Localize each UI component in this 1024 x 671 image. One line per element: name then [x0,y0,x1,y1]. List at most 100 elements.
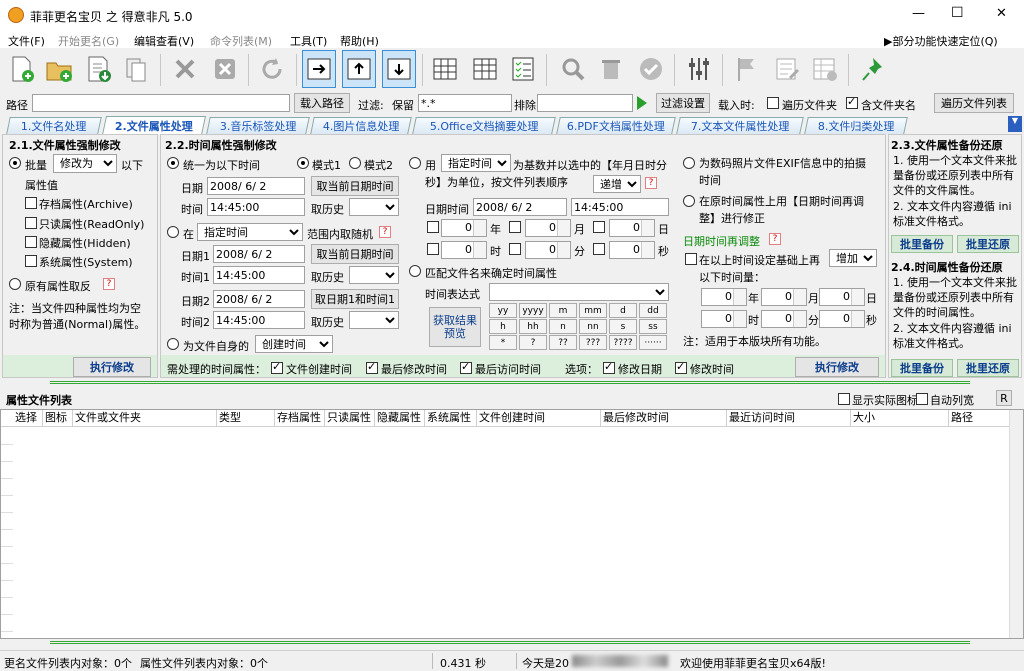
include-folder-name-checkbox[interactable] [846,95,858,109]
system-checkbox[interactable] [25,255,37,267]
clear-icon[interactable] [208,50,242,88]
vertical-scrollbar[interactable] [1009,410,1023,638]
column-left-icon[interactable] [428,50,462,88]
day-spin[interactable]: 0 [609,219,655,237]
minimize-button[interactable]: — [912,6,925,21]
tab-file-attributes[interactable]: 2.文件属性处理 [101,116,207,135]
add-folder-icon[interactable] [42,50,76,88]
import-list-icon[interactable] [82,50,116,88]
tab-menu-button[interactable]: ▼ [1008,116,1022,132]
on-original-radio[interactable] [683,195,695,207]
expr-key[interactable]: ······ [639,335,667,350]
close-button[interactable]: ✕ [996,6,1007,21]
help-icon[interactable]: ? [103,278,115,290]
sliders-icon[interactable] [682,50,716,88]
col-created[interactable]: 文件创建时间 [477,410,601,426]
date1-input[interactable] [213,245,305,263]
adj-month-spin[interactable]: 0 [761,288,807,306]
own-time-select[interactable]: 创建时间 [255,335,333,353]
second-checkbox[interactable] [593,243,605,255]
get-preview-button[interactable]: 获取结果预览 [429,307,481,347]
expr-key[interactable]: * [489,335,517,350]
menu-start-rename[interactable]: 开始更名(G) [58,33,119,49]
menu-edit-view[interactable]: 编辑查看(V) [134,33,194,49]
exclude-filter-input[interactable] [537,94,633,112]
col-hidden[interactable]: 隐藏属性 [375,410,425,426]
col-select[interactable]: 选择 [13,410,43,426]
expr-key[interactable]: ss [639,319,667,334]
attr-batch-backup-button[interactable]: 批里备份 [891,235,953,253]
expr-key[interactable]: h [489,319,517,334]
expr-key[interactable]: d [609,303,637,318]
new-file-icon[interactable] [4,50,38,88]
last-access-checkbox[interactable] [460,360,472,374]
file-created-checkbox[interactable] [271,360,283,374]
year-spin[interactable]: 0 [441,219,487,237]
col-path[interactable]: 路径 [949,410,1011,426]
tab-filename[interactable]: 1.文件名处理 [6,117,102,134]
expr-key[interactable]: hh [519,319,547,334]
modify-date-checkbox[interactable] [603,360,615,374]
mode1-radio[interactable] [297,157,309,169]
show-icon-checkbox[interactable] [838,393,850,405]
col-archive[interactable]: 存档属性 [275,410,325,426]
adj-day-spin[interactable]: 0 [819,288,865,306]
move-right-icon[interactable] [302,50,336,88]
move-up-icon[interactable] [342,50,376,88]
mode2-radio[interactable] [349,157,361,169]
tab-music-tags[interactable]: 3.音乐标签处理 [206,117,310,134]
refresh-r-button[interactable]: R [996,390,1012,406]
traverse-folder-checkbox[interactable] [767,97,779,109]
expr-key[interactable]: dd [639,303,667,318]
load-path-button[interactable]: 载入路径 [294,93,350,113]
path-input[interactable] [32,94,290,112]
add-select[interactable]: 增加 [829,249,877,267]
expr-key[interactable]: n [549,319,577,334]
expr-key[interactable]: ??? [579,335,607,350]
adj-year-spin[interactable]: 0 [701,288,747,306]
copy-list-icon[interactable] [120,50,154,88]
play-icon[interactable] [637,96,647,110]
time-input[interactable] [207,198,305,216]
date2-input[interactable] [213,290,305,308]
day-checkbox[interactable] [593,221,605,233]
col-icon[interactable]: 图标 [43,410,73,426]
hidden-checkbox[interactable] [25,236,37,248]
checklist-icon[interactable] [506,50,540,88]
expr-key[interactable]: ? [519,335,547,350]
column-grid-icon[interactable] [468,50,502,88]
specified-time-select[interactable]: 指定时间 [197,223,303,241]
history2-select[interactable] [349,311,399,329]
expr-key[interactable]: m [549,303,577,318]
for-own-radio[interactable] [167,338,179,350]
expr-key[interactable]: yy [489,303,517,318]
expr-key[interactable]: s [609,319,637,334]
increase-select[interactable]: 递增 [593,175,641,193]
readonly-checkbox[interactable] [25,217,37,229]
menu-file[interactable]: 文件(F) [8,33,45,49]
adj-minute-spin[interactable]: 0 [761,310,807,328]
tab-office-summary[interactable]: 5.Office文档摘要处理 [412,117,556,134]
take-current-date-button[interactable]: 取当前日期时间 [311,176,399,196]
col-modified[interactable]: 最后修改时间 [601,410,727,426]
take-current-date1-button[interactable]: 取当前日期时间 [311,244,399,264]
use-radio[interactable] [409,157,421,169]
last-modified-checkbox[interactable] [366,360,378,374]
filter-settings-button[interactable]: 过滤设置 [656,93,710,113]
help-icon[interactable]: ? [645,177,657,189]
year-checkbox[interactable] [427,221,439,233]
bottom-splitter[interactable] [50,641,970,644]
month-spin[interactable]: 0 [525,219,571,237]
time1-input[interactable] [213,266,305,284]
modify-time-checkbox[interactable] [675,360,687,374]
batch-radio[interactable] [9,157,21,169]
flag-icon[interactable] [730,50,764,88]
expr-key[interactable]: yyyy [519,303,547,318]
refresh-icon[interactable] [255,50,289,88]
traverse-list-button[interactable]: 遍历文件列表 [934,93,1014,113]
time2-input[interactable] [213,311,305,329]
base-date-input[interactable] [473,198,567,216]
trash-icon[interactable] [594,50,628,88]
delete-x-icon[interactable] [168,50,202,88]
history-select[interactable] [349,198,399,216]
